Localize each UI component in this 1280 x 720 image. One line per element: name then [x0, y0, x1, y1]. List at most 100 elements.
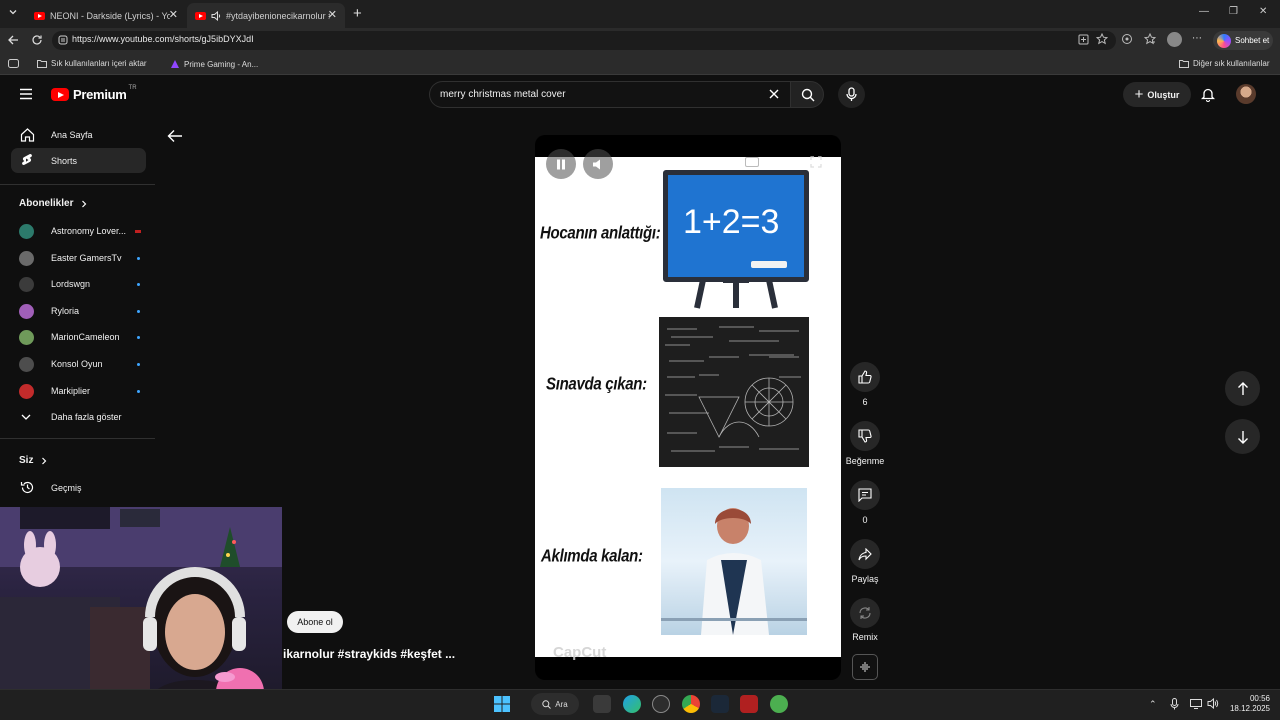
- sidebar-toggle-icon[interactable]: [8, 59, 19, 68]
- share-icon: [858, 547, 872, 560]
- volume-button[interactable]: [583, 149, 613, 179]
- pause-button[interactable]: [546, 149, 576, 179]
- subscriptions-header[interactable]: Abonelikler: [19, 198, 87, 209]
- copilot-icon: [1217, 33, 1231, 48]
- sidebar-item-history[interactable]: Geçmiş: [11, 475, 146, 500]
- tab-list-chevron-icon[interactable]: [8, 7, 18, 17]
- tray-chevron-icon[interactable]: ⌃: [1149, 699, 1157, 710]
- new-tab-icon[interactable]: +: [353, 5, 362, 22]
- window-close-icon[interactable]: ✕: [1259, 6, 1267, 17]
- hamburger-menu-icon[interactable]: [19, 88, 33, 100]
- meme-caption: Sınavda çıkan:: [546, 374, 647, 395]
- back-icon[interactable]: [7, 34, 19, 46]
- subscription-item[interactable]: Easter GamersTv: [11, 246, 146, 270]
- notifications-bell-icon[interactable]: [1201, 87, 1215, 102]
- previous-short-button[interactable]: [1225, 371, 1260, 406]
- short-title[interactable]: ikarnolur #straykids #keşfet ...: [283, 647, 455, 661]
- channel-name: MarionCameleon: [51, 332, 120, 342]
- subscription-item[interactable]: Ryloria: [11, 299, 146, 323]
- sidebar-divider: [0, 438, 155, 439]
- next-short-button[interactable]: [1225, 419, 1260, 454]
- remix-button[interactable]: [850, 598, 880, 628]
- show-more-button[interactable]: Daha fazla göster: [11, 405, 146, 429]
- subscription-item[interactable]: Konsol Oyun: [11, 352, 146, 376]
- back-arrow-icon[interactable]: [167, 129, 183, 143]
- share-button[interactable]: [850, 539, 880, 569]
- board-equation: 1+2=3: [683, 203, 780, 241]
- voice-search-button[interactable]: [838, 81, 865, 108]
- prime-gaming-icon: [171, 60, 179, 68]
- reload-icon[interactable]: [31, 34, 43, 46]
- arrow-up-icon: [1237, 381, 1248, 395]
- dislike-label: Beğenme: [845, 456, 885, 466]
- volume-tray-icon[interactable]: [1207, 698, 1219, 709]
- taskbar-search[interactable]: Ara: [531, 693, 579, 715]
- app-install-icon[interactable]: [1078, 34, 1089, 45]
- remix-icon: [859, 607, 871, 619]
- search-input[interactable]: merry christmas metal cover: [440, 89, 566, 100]
- video-app-icon[interactable]: [740, 695, 758, 713]
- bookmark-prime-gaming[interactable]: Prime Gaming - An...: [170, 59, 258, 69]
- extensions-icon[interactable]: [1121, 33, 1133, 45]
- channel-name: Markiplier: [51, 386, 91, 396]
- meme-caption: Aklımda kalan:: [541, 546, 643, 567]
- search-button[interactable]: [790, 81, 824, 108]
- network-icon[interactable]: [1190, 699, 1202, 709]
- site-info-icon[interactable]: [58, 35, 68, 45]
- minimize-icon[interactable]: —: [1199, 6, 1209, 17]
- messenger-app-icon[interactable]: [770, 695, 788, 713]
- create-button[interactable]: + Oluştur: [1123, 82, 1191, 107]
- restore-icon[interactable]: ❐: [1229, 6, 1238, 17]
- more-options-icon[interactable]: ⋯: [1192, 33, 1202, 44]
- tray-mic-icon[interactable]: [1170, 698, 1179, 710]
- microphone-icon: [846, 87, 857, 101]
- chevron-right-icon: [42, 457, 47, 464]
- tab-neoni[interactable]: NEONI - Darkside (Lyrics) - YouTube ✕: [26, 3, 186, 28]
- subscription-item[interactable]: Lordswgn: [11, 272, 146, 296]
- bookmark-label: Prime Gaming - An...: [184, 59, 259, 69]
- you-header[interactable]: Siz: [19, 455, 47, 466]
- tab-label: #ytdayibenionecikarnolur #straykids: [226, 10, 330, 21]
- logo-word: Premium: [73, 87, 127, 102]
- windows-start-icon[interactable]: [494, 696, 510, 712]
- profile-avatar-icon[interactable]: [1167, 32, 1182, 47]
- pause-icon: [557, 159, 565, 169]
- task-view-icon[interactable]: [593, 695, 611, 713]
- clear-search-icon[interactable]: [768, 88, 780, 100]
- sidebar-item-shorts[interactable]: Shorts: [11, 148, 146, 173]
- account-avatar[interactable]: [1236, 84, 1256, 104]
- favorite-star-icon[interactable]: [1096, 33, 1108, 45]
- bookmark-import[interactable]: Sık kullanılanları içeri aktar: [37, 59, 147, 68]
- subscription-item[interactable]: Markiplier: [11, 379, 146, 403]
- channel-name: Astronomy Lover...: [51, 226, 127, 236]
- subscription-item[interactable]: Astronomy Lover...: [11, 219, 146, 243]
- edge-browser-icon[interactable]: [623, 695, 641, 713]
- subscribe-button[interactable]: Abone ol: [287, 611, 343, 633]
- bookmark-label: Sık kullanılanları içeri aktar: [51, 59, 147, 68]
- url-text[interactable]: https://www.youtube.com/shorts/gJ5ibDYXJ…: [72, 34, 254, 44]
- tab-current-short[interactable]: #ytdayibenionecikarnolur #straykids ✕: [187, 3, 345, 28]
- captions-icon[interactable]: [745, 157, 759, 167]
- sidebar-item-home[interactable]: Ana Sayfa: [11, 122, 146, 147]
- like-button[interactable]: [850, 362, 880, 392]
- comments-button[interactable]: [850, 480, 880, 510]
- taskbar-search-label: Ara: [555, 699, 568, 709]
- other-bookmarks[interactable]: Diğer sık kullanılanlar: [1179, 59, 1269, 68]
- app-icon[interactable]: [652, 695, 670, 713]
- youtube-favicon-icon: [195, 11, 206, 20]
- chrome-icon[interactable]: [682, 695, 700, 713]
- sound-thumbnail[interactable]: [852, 654, 878, 680]
- speaker-icon[interactable]: [211, 10, 222, 21]
- steam-icon[interactable]: [711, 695, 729, 713]
- fullscreen-icon[interactable]: [810, 156, 822, 168]
- more-vert-icon[interactable]: ⋮: [783, 155, 795, 169]
- close-tab-icon[interactable]: ✕: [328, 8, 337, 21]
- copilot-button[interactable]: Sohbet et: [1213, 31, 1273, 50]
- youtube-premium-logo[interactable]: Premium TR: [51, 85, 139, 102]
- chevron-right-icon: [82, 200, 87, 207]
- system-clock[interactable]: 00:56 18.12.2025: [1220, 694, 1270, 714]
- close-tab-icon[interactable]: ✕: [169, 8, 178, 21]
- subscription-item[interactable]: MarionCameleon: [11, 325, 146, 349]
- dislike-button[interactable]: [850, 421, 880, 451]
- collections-icon[interactable]: [1144, 33, 1156, 45]
